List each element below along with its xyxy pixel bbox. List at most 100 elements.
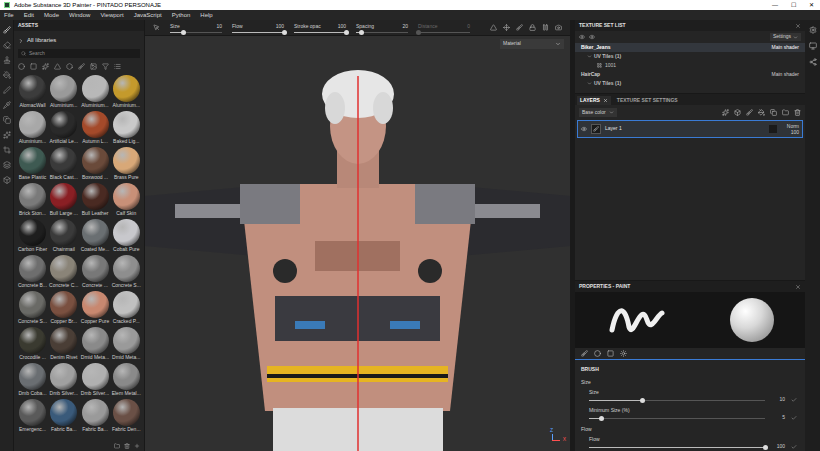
filter-icon[interactable] — [114, 63, 121, 70]
filter-icon[interactable] — [102, 63, 109, 70]
check-icon[interactable] — [791, 397, 797, 403]
asset-item[interactable]: Concrete S... — [18, 291, 47, 325]
layer-tool-icon[interactable] — [770, 109, 777, 116]
asset-item[interactable]: Baked Lig... — [112, 111, 141, 145]
asset-item[interactable]: Dmb Coba... — [18, 363, 47, 397]
brush-icon[interactable] — [3, 26, 11, 34]
asset-item[interactable]: Aluminium... — [112, 75, 141, 109]
move-icon[interactable] — [503, 24, 510, 31]
panel-tab[interactable]: LAYERS — [577, 96, 611, 105]
check-icon[interactable] — [791, 415, 797, 421]
share-icon[interactable] — [809, 58, 817, 66]
uv-tile[interactable]: 1001 — [575, 61, 805, 70]
tool-option-slider[interactable] — [418, 32, 470, 33]
display-icon[interactable] — [809, 42, 817, 50]
filter-icon[interactable] — [30, 63, 37, 70]
tool-option[interactable]: Spacing20 — [356, 23, 408, 33]
asset-item[interactable]: Aluminium... — [49, 75, 78, 109]
asset-item[interactable]: Bull Leather — [81, 183, 110, 217]
settings-dropdown[interactable]: Settings — [770, 33, 801, 41]
search-field[interactable]: Search — [18, 49, 140, 58]
filter-icon[interactable] — [18, 63, 25, 70]
smudge-icon[interactable] — [3, 131, 11, 139]
asset-item[interactable]: Coated Me... — [81, 219, 110, 253]
param-slider[interactable]: Minimum Size (%)5 — [581, 407, 799, 423]
asset-item[interactable]: Concrete C... — [49, 255, 78, 289]
viewport[interactable]: MaterialZX — [145, 36, 570, 451]
folder-icon[interactable] — [114, 443, 120, 449]
menu-item[interactable]: Help — [200, 10, 212, 20]
asset-item[interactable]: Denim Rivet — [49, 327, 78, 361]
tool-option-slider[interactable] — [356, 32, 408, 33]
layer-tool-icon[interactable] — [794, 109, 801, 116]
asset-item[interactable]: Base Plastic — [18, 147, 47, 181]
asset-item[interactable]: Concrete ... — [81, 255, 110, 289]
asset-item[interactable]: Elem Metal... — [112, 363, 141, 397]
asset-item[interactable]: Chainmail — [49, 219, 78, 253]
layer-tool-icon[interactable] — [782, 109, 789, 116]
pause-icon[interactable] — [542, 24, 549, 31]
asset-item[interactable]: Aluminium... — [81, 75, 110, 109]
tool-option[interactable]: Size10 — [170, 23, 222, 33]
asset-item[interactable]: Dmid Meta... — [112, 327, 141, 361]
asset-item[interactable]: Aluminium... — [18, 111, 47, 145]
param-value[interactable]: 10 — [771, 396, 785, 404]
filter-icon[interactable] — [90, 63, 97, 70]
eye-icon[interactable] — [581, 126, 587, 132]
asset-item[interactable]: Emergenc... — [18, 399, 47, 433]
asset-item[interactable]: AlomacWall — [18, 75, 47, 109]
layer-tool-icon[interactable] — [758, 109, 765, 116]
texture-set[interactable]: HairCapMain shaderUV Tiles (1) — [575, 70, 805, 88]
character-model[interactable] — [145, 36, 570, 451]
layer-blend[interactable]: Norm100 — [781, 123, 799, 135]
library-selector[interactable]: All libraries — [14, 31, 144, 47]
layer-tool-icon[interactable] — [722, 109, 729, 116]
projection-icon[interactable] — [3, 56, 11, 64]
lock-icon[interactable] — [529, 24, 536, 31]
clone-icon[interactable] — [3, 116, 11, 124]
mesh-icon[interactable] — [3, 176, 11, 184]
asset-item[interactable]: Artificial Le... — [49, 111, 78, 145]
asset-item[interactable]: Brick Ston... — [18, 183, 47, 217]
menu-item[interactable]: JavaScript — [134, 10, 162, 20]
close-icon[interactable] — [603, 98, 608, 103]
channel-dropdown[interactable]: Base color — [579, 108, 617, 117]
asset-item[interactable]: Brass Pure — [112, 147, 141, 181]
brush-mode-icon[interactable] — [516, 24, 523, 31]
close-icon[interactable] — [795, 23, 801, 29]
eraser-icon[interactable] — [3, 41, 11, 49]
param-value[interactable]: 100 — [771, 443, 785, 451]
asset-item[interactable]: Copper Br... — [49, 291, 78, 325]
filter-icon[interactable] — [78, 63, 85, 70]
menu-item[interactable]: Mode — [44, 10, 59, 20]
layer-tool-icon[interactable] — [746, 109, 753, 116]
polygon-fill-icon[interactable] — [3, 86, 11, 94]
asset-item[interactable]: Autumn L... — [81, 111, 110, 145]
asset-item[interactable]: Dmid Meta... — [81, 327, 110, 361]
eye-icon[interactable] — [589, 34, 595, 40]
asset-item[interactable]: Copper Pure — [81, 291, 110, 325]
asset-item[interactable]: Fabric Den... — [112, 399, 141, 433]
uv-tiles[interactable]: UV Tiles (1) — [575, 52, 805, 61]
filter-icon[interactable] — [42, 63, 49, 70]
asset-item[interactable]: Fabric Ba... — [81, 399, 110, 433]
asset-item[interactable]: Black Cast... — [49, 147, 78, 181]
layer-name[interactable]: Layer 1 — [605, 125, 765, 133]
layer-tool-icon[interactable] — [734, 109, 741, 116]
fill-icon[interactable] — [3, 71, 11, 79]
symmetry-icon[interactable] — [490, 24, 497, 31]
asset-item[interactable]: Fabric Ba... — [49, 399, 78, 433]
stencil-tab-icon[interactable] — [607, 350, 614, 357]
material-tab-icon[interactable] — [620, 350, 627, 357]
settings-icon[interactable] — [809, 26, 817, 34]
menu-item[interactable]: Python — [172, 10, 191, 20]
trash-icon[interactable] — [124, 443, 130, 449]
tool-option-slider[interactable] — [232, 32, 284, 33]
tool-option-slider[interactable] — [170, 32, 222, 33]
eye-icon[interactable] — [579, 34, 585, 40]
crop-icon[interactable] — [3, 146, 11, 154]
texture-set[interactable]: Biker_JeansMain shaderUV Tiles (1)1001 — [575, 43, 805, 70]
layers-icon[interactable] — [3, 161, 11, 169]
menu-item[interactable]: Viewport — [100, 10, 123, 20]
asset-item[interactable]: Dmb Silver... — [81, 363, 110, 397]
